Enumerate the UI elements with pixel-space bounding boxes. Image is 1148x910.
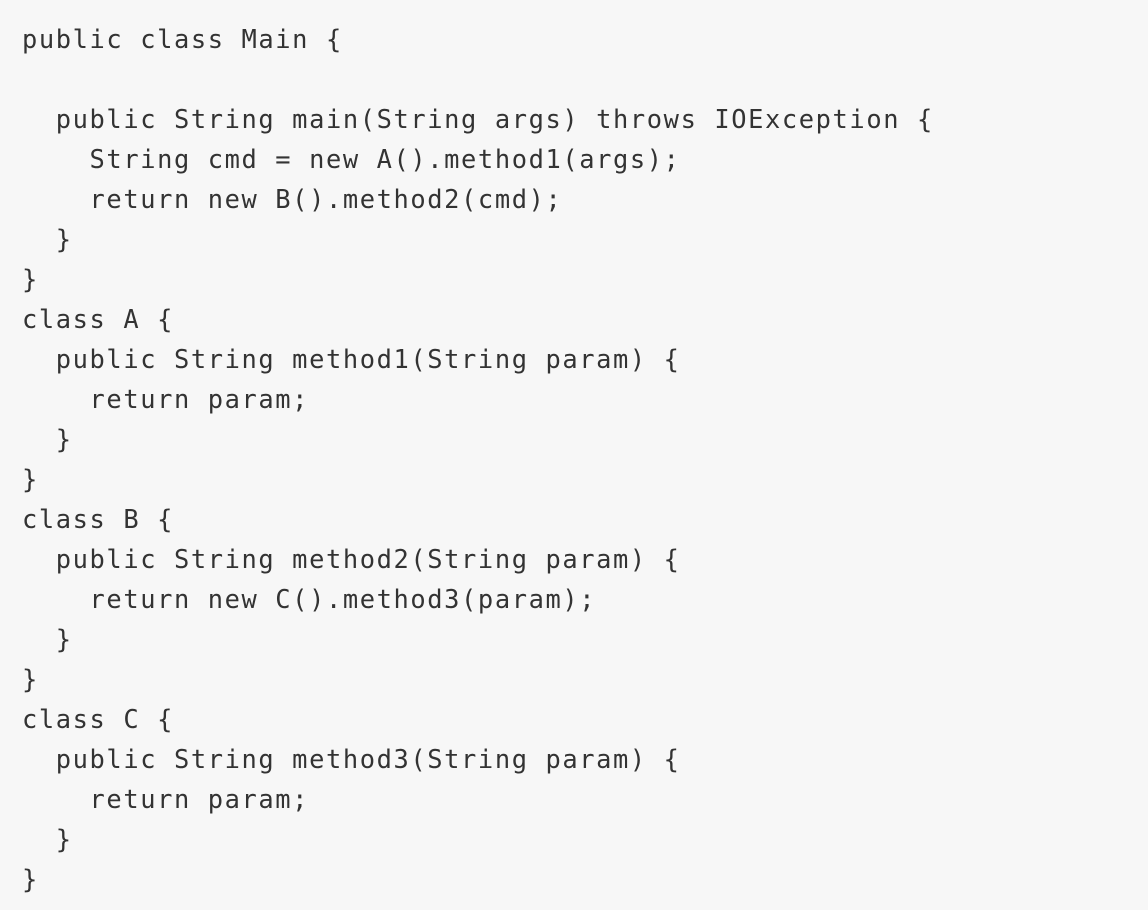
code-line-6: } bbox=[22, 224, 73, 254]
code-line-7: } bbox=[22, 264, 39, 294]
code-block: public class Main { public String main(S… bbox=[0, 0, 1148, 910]
code-line-9: public String method1(String param) { bbox=[22, 344, 681, 374]
code-line-13: class B { bbox=[22, 504, 174, 534]
code-line-8: class A { bbox=[22, 304, 174, 334]
code-line-1: public class Main { bbox=[22, 24, 343, 54]
code-line-14: public String method2(String param) { bbox=[22, 544, 681, 574]
code-line-15: return new C().method3(param); bbox=[22, 584, 597, 614]
code-line-18: class C { bbox=[22, 704, 174, 734]
code-line-11: } bbox=[22, 424, 73, 454]
code-line-2 bbox=[22, 59, 934, 99]
code-line-20: return param; bbox=[22, 784, 310, 814]
code-line-3: public String main(String args) throws I… bbox=[22, 104, 934, 134]
code-line-17: } bbox=[22, 664, 39, 694]
code-line-16: } bbox=[22, 624, 73, 654]
code-line-12: } bbox=[22, 464, 39, 494]
code-line-22: } bbox=[22, 864, 39, 894]
code-line-19: public String method3(String param) { bbox=[22, 744, 681, 774]
code-line-21: } bbox=[22, 824, 73, 854]
code-line-4: String cmd = new A().method1(args); bbox=[22, 144, 681, 174]
code-line-5: return new B().method2(cmd); bbox=[22, 184, 563, 214]
code-line-10: return param; bbox=[22, 384, 310, 414]
code-lines: public class Main { public String main(S… bbox=[22, 19, 934, 899]
